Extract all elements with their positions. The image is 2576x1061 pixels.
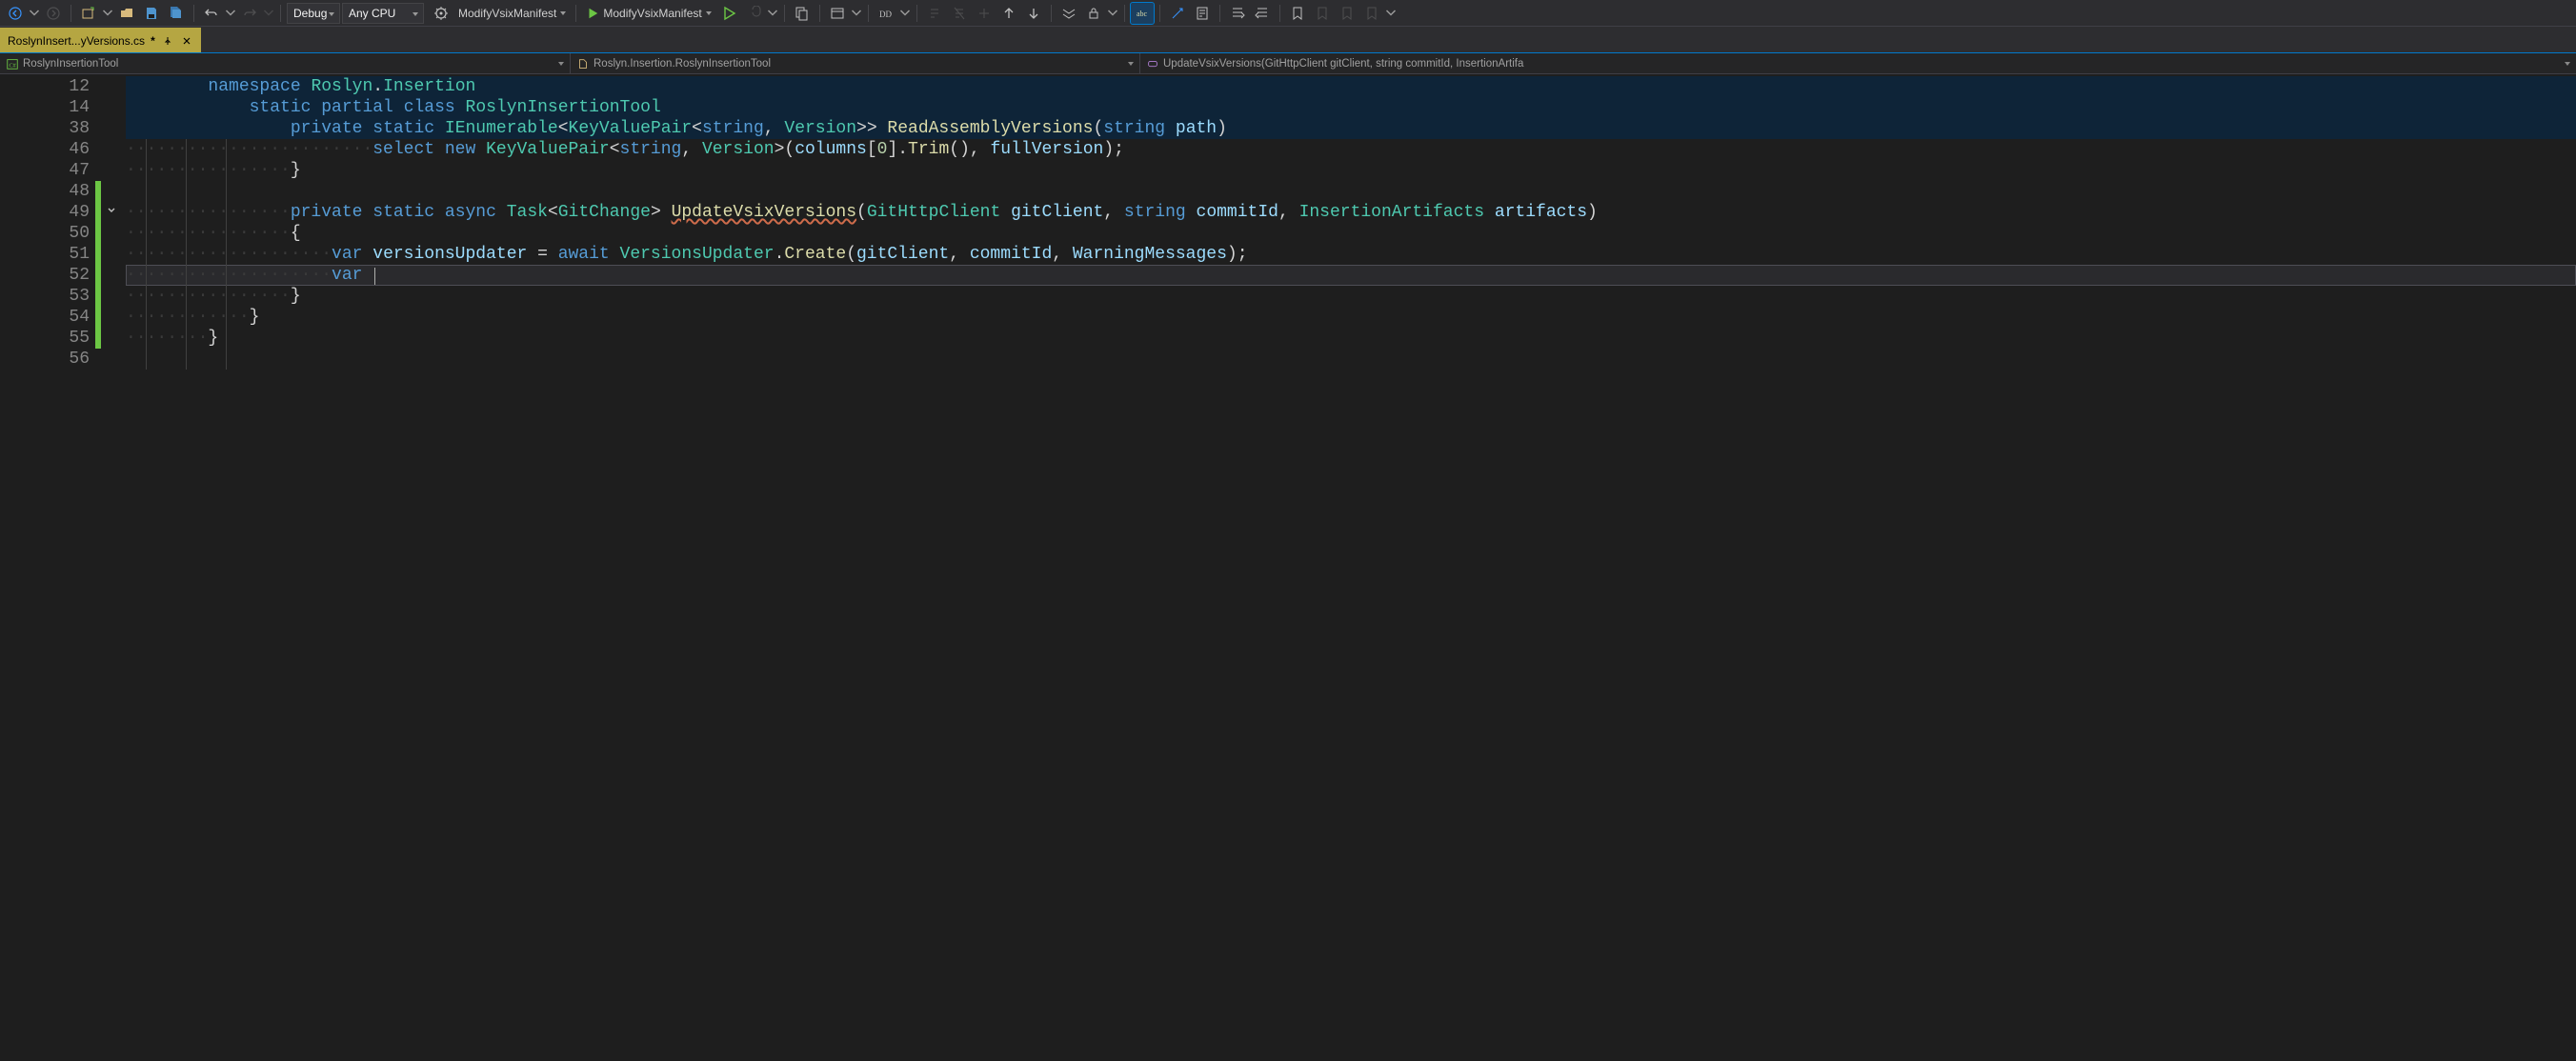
outdent-button[interactable] — [1251, 3, 1274, 24]
startup-b-label: ModifyVsixManifest — [603, 7, 701, 20]
fold-chevron-icon[interactable] — [105, 204, 118, 217]
start-debug-button[interactable]: ModifyVsixManifest — [582, 3, 714, 24]
nav-project-label: RoslynInsertionTool — [23, 58, 118, 70]
glyph-margin[interactable] — [0, 74, 15, 1061]
svg-text:DD: DD — [879, 10, 892, 19]
comment-button — [923, 3, 946, 24]
save-button[interactable] — [140, 3, 163, 24]
navigation-bar: C# RoslynInsertionTool Roslyn.Insertion.… — [0, 53, 2576, 74]
nav-back-chev[interactable] — [29, 3, 40, 24]
code-line[interactable]: ················} — [126, 286, 2576, 307]
bookmark-button[interactable] — [1286, 3, 1309, 24]
collapse-button[interactable] — [1057, 3, 1080, 24]
indent-guide — [146, 139, 147, 370]
code-line[interactable]: ················{ — [126, 223, 2576, 244]
undo-chev[interactable] — [225, 3, 236, 24]
window-layout-chev[interactable] — [851, 3, 862, 24]
code-line[interactable]: ········} — [126, 328, 2576, 349]
build-button[interactable] — [430, 3, 453, 24]
uncomment-button — [948, 3, 971, 24]
main-toolbar: Debug Any CPU ModifyVsixManifest ModifyV… — [0, 0, 2576, 27]
find-in-files-button[interactable] — [791, 3, 814, 24]
code-line[interactable]: ····················var — [126, 265, 2576, 286]
bookmark-clear-button — [1360, 3, 1383, 24]
save-all-button[interactable] — [165, 3, 188, 24]
nav-project-dropdown[interactable]: C# RoslynInsertionTool — [0, 53, 570, 73]
close-tab-button[interactable] — [180, 34, 193, 48]
window-layout-button[interactable] — [826, 3, 849, 24]
code-line[interactable]: ················private static async Tas… — [126, 202, 2576, 223]
nav-member-label: UpdateVsixVersions(GitHttpClient gitClie… — [1163, 58, 1523, 70]
toolbar-chev[interactable] — [1385, 3, 1397, 24]
nav-type-dropdown[interactable]: Roslyn.Insertion.RoslynInsertionTool — [570, 53, 1139, 73]
lock-chev[interactable] — [1107, 3, 1118, 24]
attach-chev[interactable] — [767, 3, 778, 24]
code-line[interactable]: ····················var versionsUpdater … — [126, 244, 2576, 265]
line-number-column: 1214384647484950515253545556 — [15, 74, 101, 1061]
class-icon — [576, 57, 590, 70]
code-line[interactable]: static partial class RoslynInsertionTool — [126, 97, 2576, 118]
document-tab-active[interactable]: RoslynInsert...yVersions.cs * — [0, 28, 201, 52]
format-button[interactable] — [1191, 3, 1214, 24]
indent-guide — [226, 139, 227, 370]
csharp-project-icon: C# — [6, 57, 19, 70]
nav-type-label: Roslyn.Insertion.RoslynInsertionTool — [594, 58, 771, 70]
bookmark-prev-button — [1311, 3, 1334, 24]
bookmark-next-button — [1336, 3, 1358, 24]
lock-button[interactable] — [1082, 3, 1105, 24]
code-line[interactable]: namespace Roslyn.Insertion — [126, 76, 2576, 97]
startup-a-label: ModifyVsixManifest — [458, 7, 556, 20]
startup-project-a[interactable]: ModifyVsixManifest — [454, 3, 570, 24]
down-arrow-button[interactable] — [1022, 3, 1045, 24]
tool-a-button[interactable] — [1166, 3, 1189, 24]
open-file-button[interactable] — [115, 3, 138, 24]
attach-button — [742, 3, 765, 24]
document-tab-well: RoslynInsert...yVersions.cs * — [0, 27, 2576, 53]
code-line[interactable]: ························select new KeyVa… — [126, 139, 2576, 160]
member-demo-chev[interactable] — [899, 3, 911, 24]
change-indicator — [95, 181, 101, 349]
platform-dropdown[interactable]: Any CPU — [342, 3, 424, 24]
code-editor[interactable]: 1214384647484950515253545556 namespace R… — [0, 74, 2576, 1061]
redo-button — [238, 3, 261, 24]
document-tab-title: RoslynInsert...yVersions.cs — [8, 34, 145, 48]
code-line[interactable] — [126, 181, 2576, 202]
up-arrow-button[interactable] — [997, 3, 1020, 24]
abc-highlight-button[interactable]: abc — [1131, 3, 1154, 24]
code-line[interactable] — [126, 349, 2576, 370]
nav-member-dropdown[interactable]: UpdateVsixVersions(GitHttpClient gitClie… — [1139, 53, 2576, 73]
text-caret — [374, 268, 375, 285]
undo-button[interactable] — [200, 3, 223, 24]
code-line[interactable]: private static IEnumerable<KeyValuePair<… — [126, 118, 2576, 139]
nav-back-button[interactable] — [4, 3, 27, 24]
platform-label: Any CPU — [349, 7, 395, 20]
code-line[interactable]: ················} — [126, 160, 2576, 181]
indent-guide — [186, 139, 187, 370]
svg-text:C#: C# — [10, 63, 16, 69]
configuration-dropdown[interactable]: Debug — [287, 3, 340, 24]
configuration-label: Debug — [293, 7, 327, 20]
new-project-button[interactable] — [77, 3, 100, 24]
pin-tab-button[interactable] — [161, 34, 174, 48]
redo-chev — [263, 3, 274, 24]
code-line[interactable]: ············} — [126, 307, 2576, 328]
nav-back-chev-2[interactable] — [102, 3, 113, 24]
document-tab-dirty-icon: * — [151, 34, 155, 48]
toggle-outline-button — [973, 3, 996, 24]
member-demo-button[interactable]: DD — [875, 3, 897, 24]
method-icon — [1146, 57, 1159, 70]
fold-gutter[interactable] — [101, 74, 126, 1061]
indent-button[interactable] — [1226, 3, 1249, 24]
code-surface[interactable]: namespace Roslyn.Insertion static partia… — [126, 74, 2576, 1061]
svg-text:abc: abc — [1137, 10, 1148, 18]
nav-forward-button — [42, 3, 65, 24]
start-no-debug-button[interactable] — [717, 3, 740, 24]
